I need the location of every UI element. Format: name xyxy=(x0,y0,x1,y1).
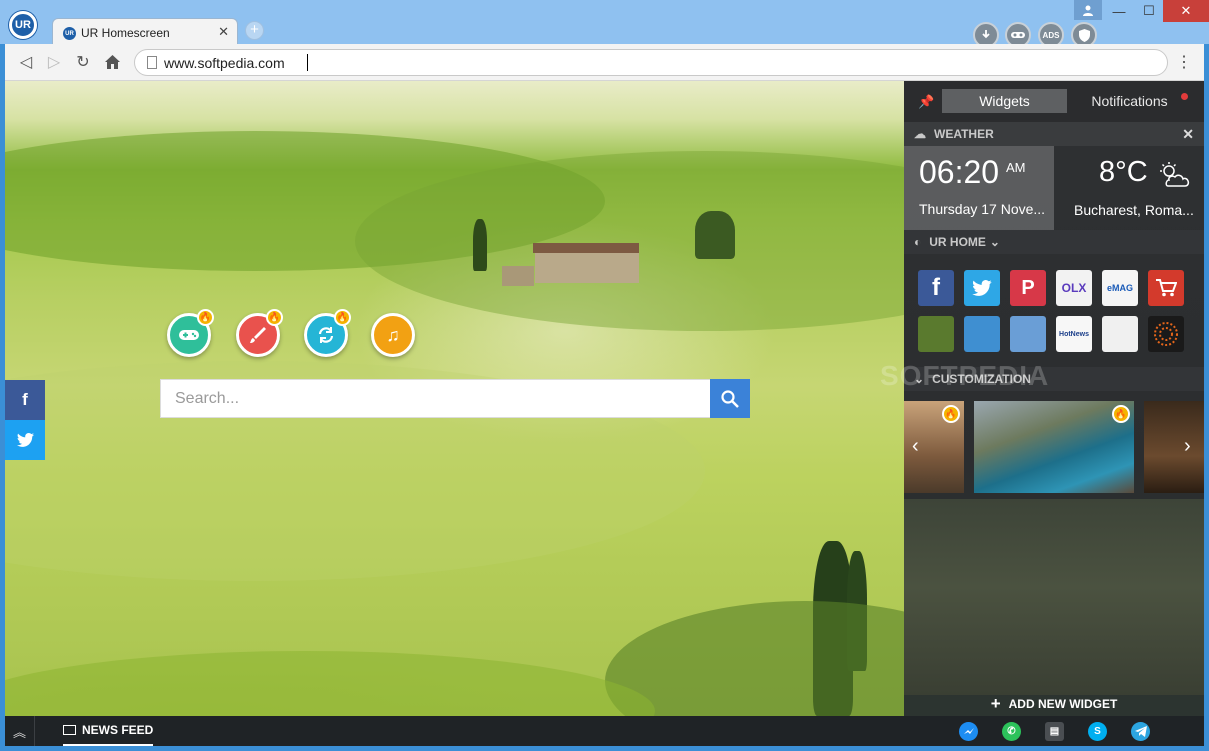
hot-badge-icon: 🔥 xyxy=(942,405,960,423)
clock-time: 06:20 xyxy=(919,154,1000,190)
tab-ur-homescreen[interactable]: UR UR Homescreen ✕ xyxy=(52,18,238,45)
games-icon[interactable]: 🔥 xyxy=(167,309,214,357)
panel-tabs: 📌 Widgets Notifications xyxy=(904,81,1204,122)
paint-icon[interactable]: 🔥 xyxy=(236,309,283,357)
farmhouse-roof xyxy=(533,243,639,253)
back-icon[interactable]: ◁ xyxy=(15,51,37,73)
tab-title: UR Homescreen xyxy=(81,26,170,40)
tab-widgets[interactable]: Widgets xyxy=(942,89,1067,113)
url-text[interactable]: www.softpedia.com xyxy=(164,55,285,71)
skype-icon[interactable]: S xyxy=(1088,722,1107,741)
hot-badge-icon: 🔥 xyxy=(334,309,351,326)
pin-icon[interactable]: 📌 xyxy=(918,94,934,110)
pinterest-app-icon[interactable]: P xyxy=(1010,270,1046,306)
temperature: 8°C xyxy=(1099,156,1148,188)
tab-notifications[interactable]: Notifications xyxy=(1067,89,1192,113)
reload-icon[interactable]: ↻ xyxy=(72,51,94,73)
hotnews-app-icon[interactable]: HotNews xyxy=(1056,316,1092,352)
foreground-shrubs xyxy=(605,601,904,716)
homescreen-background: 🔥 🔥 🔥 ♫ xyxy=(5,81,904,716)
widgets-panel: 📌 Widgets Notifications ☁ WEATHER ✕ 06:2… xyxy=(904,81,1204,716)
news-feed-button[interactable]: NEWS FEED xyxy=(63,716,154,746)
news-feed-label: NEWS FEED xyxy=(82,723,154,737)
text-caret xyxy=(307,54,308,71)
weather-header: ☁ WEATHER ✕ xyxy=(904,122,1204,146)
weather-widget[interactable]: 06:20 AM Thursday 17 Nove... 8°C Buchare… xyxy=(904,146,1204,230)
farmhouse xyxy=(535,253,639,283)
minimize-button[interactable]: — xyxy=(1104,0,1134,22)
hot-badge-icon: 🔥 xyxy=(266,309,283,326)
shopping-cart-icon[interactable] xyxy=(1148,270,1184,306)
weather-icon: ☁ xyxy=(914,127,926,141)
radial-app-icon[interactable] xyxy=(1148,316,1184,352)
hot-badge-icon: 🔥 xyxy=(1112,405,1130,423)
chevron-left-icon[interactable]: ‹ xyxy=(912,435,919,458)
sms-icon[interactable]: ▤ xyxy=(1045,722,1064,741)
chevron-down-icon: ⌄ xyxy=(989,235,1000,249)
magazine-app-icon[interactable] xyxy=(1102,316,1138,352)
panel-background-photo xyxy=(904,499,1204,695)
close-window-button[interactable]: ✕ xyxy=(1163,0,1209,22)
double-chevron-up-icon[interactable]: ︽ xyxy=(5,716,35,746)
ur-favicon-icon: UR xyxy=(63,27,76,40)
wallpaper-thumb[interactable]: 🔥 xyxy=(974,401,1134,493)
watermark: SOFTPEDIA xyxy=(880,360,1050,391)
title-bar: UR UR UR Homescreen ✕ + ADS — ☐ ✕ xyxy=(0,0,1209,48)
notification-dot xyxy=(1181,93,1188,100)
browser-toolbar: ◁ ▷ ↻ www.softpedia.com ⋮ xyxy=(5,44,1204,81)
address-bar[interactable]: www.softpedia.com xyxy=(134,49,1168,76)
farmhouse-annex xyxy=(502,266,534,286)
user-profile-icon[interactable] xyxy=(1074,0,1102,20)
foreground-field xyxy=(5,651,655,716)
maximize-button[interactable]: ☐ xyxy=(1134,0,1164,22)
olx-app-icon[interactable]: OLX xyxy=(1056,270,1092,306)
twitter-app-icon[interactable] xyxy=(964,270,1000,306)
ur-home-header[interactable]: ◐ UR HOME ⌄ xyxy=(904,230,1204,254)
facebook-share-icon[interactable]: f xyxy=(5,380,45,420)
plus-icon: + xyxy=(990,694,1001,713)
clock-ampm: AM xyxy=(1006,160,1026,175)
search-icon xyxy=(721,389,739,408)
chevron-right-icon[interactable]: › xyxy=(1184,435,1191,458)
close-icon[interactable]: ✕ xyxy=(1182,126,1194,143)
game-character-icon[interactable] xyxy=(1010,316,1046,352)
weather-city: Bucharest, Roma... xyxy=(1074,202,1194,218)
music-icon[interactable]: ♫ xyxy=(371,313,415,357)
ur-home-icon: ◐ xyxy=(914,235,922,249)
emag-app-icon[interactable]: eMAG xyxy=(1102,270,1138,306)
whatsapp-icon[interactable]: ✆ xyxy=(1002,722,1021,741)
game-soccer-icon[interactable] xyxy=(918,316,954,352)
social-share-bar: f xyxy=(5,380,45,460)
telegram-icon[interactable] xyxy=(1131,722,1150,741)
ur-logo[interactable]: UR xyxy=(9,11,37,39)
page-icon xyxy=(147,56,157,69)
messenger-icon[interactable] xyxy=(959,722,978,741)
search-button[interactable] xyxy=(710,379,750,418)
bottom-bar: ︽ NEWS FEED ✆ ▤ S xyxy=(5,716,1204,746)
menu-icon[interactable]: ⋮ xyxy=(1176,52,1192,72)
search-input[interactable] xyxy=(161,380,711,417)
clock-date: Thursday 17 Nove... xyxy=(919,201,1046,217)
cypress-tree xyxy=(473,219,487,271)
partly-cloudy-icon xyxy=(1160,162,1190,187)
twitter-share-icon[interactable] xyxy=(5,420,45,460)
wallpaper-carousel: 🔥 🔥 ‹ › xyxy=(904,401,1204,493)
tree-group xyxy=(695,211,735,259)
wallpaper-thumb[interactable] xyxy=(1144,401,1204,493)
facebook-app-icon[interactable]: f xyxy=(918,270,954,306)
hot-badge-icon: 🔥 xyxy=(197,309,214,326)
ur-home-header-label: UR HOME xyxy=(929,235,986,249)
newspaper-icon xyxy=(63,725,76,735)
time-box: 06:20 AM Thursday 17 Nove... xyxy=(904,146,1054,230)
add-new-widget-button[interactable]: + ADD NEW WIDGET xyxy=(904,692,1204,716)
new-tab-button[interactable]: + xyxy=(245,21,264,40)
home-icon[interactable] xyxy=(101,51,123,73)
game-football-icon[interactable] xyxy=(964,316,1000,352)
forward-icon[interactable]: ▷ xyxy=(43,51,65,73)
weather-header-label: WEATHER xyxy=(934,127,994,141)
add-widget-label: ADD NEW WIDGET xyxy=(1008,697,1118,711)
close-tab-icon[interactable]: ✕ xyxy=(218,24,229,40)
sync-icon[interactable]: 🔥 xyxy=(304,309,351,357)
search-box xyxy=(160,379,712,418)
